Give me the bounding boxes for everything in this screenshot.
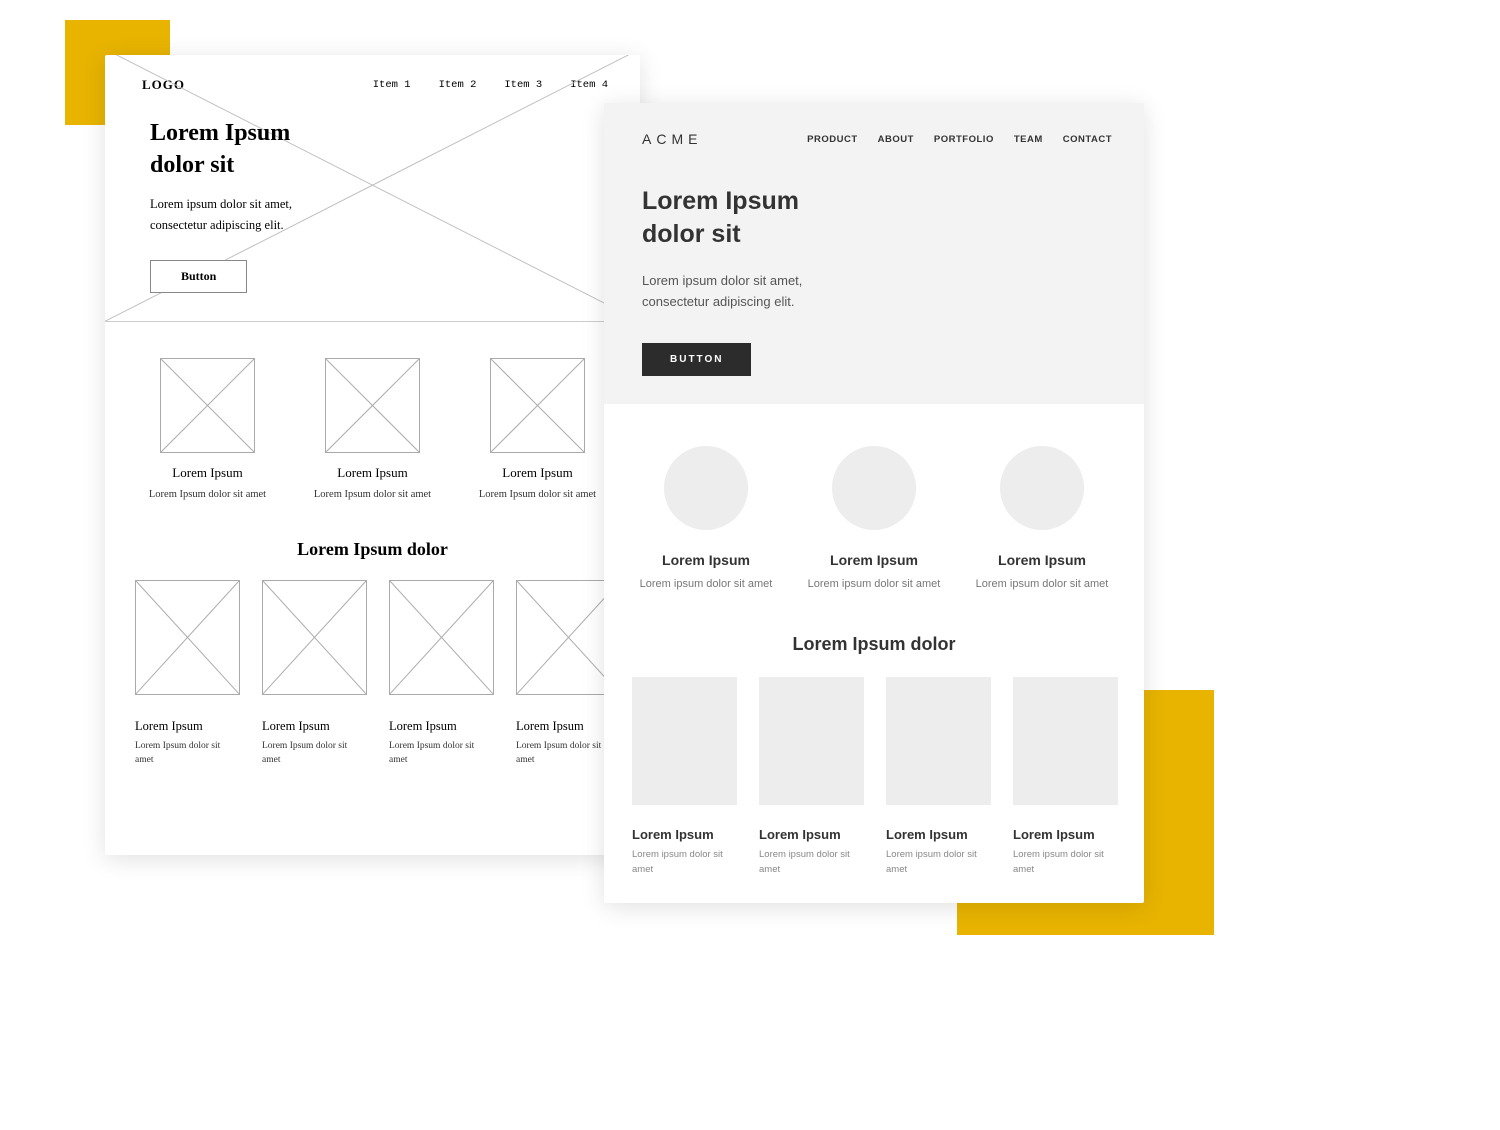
- image-placeholder-icon: [389, 580, 494, 695]
- hero-button[interactable]: Button: [150, 260, 247, 293]
- section-title: Lorem Ipsum dolor: [105, 539, 640, 560]
- portfolio-item: Lorem Ipsum Lorem Ipsum dolor sit amet: [135, 580, 240, 768]
- portfolio-item: Lorem Ipsum Lorem ipsum dolor sit amet: [886, 677, 991, 877]
- design-mockup-card: ACME PRODUCT ABOUT PORTFOLIO TEAM CONTAC…: [604, 103, 1144, 903]
- section-title: Lorem Ipsum dolor: [604, 634, 1144, 655]
- circle-placeholder-icon: [664, 446, 748, 530]
- image-placeholder-icon: [160, 358, 255, 453]
- design-nav: PRODUCT ABOUT PORTFOLIO TEAM CONTACT: [807, 134, 1112, 145]
- feature-item: Lorem Ipsum Lorem Ipsum dolor sit amet: [303, 358, 443, 503]
- feature-item: Lorem Ipsum Lorem ipsum dolor sit amet: [968, 446, 1116, 593]
- design-logo: ACME: [642, 131, 702, 147]
- feature-title: Lorem Ipsum: [468, 465, 608, 481]
- hero-title: Lorem Ipsum dolor sit: [150, 117, 595, 182]
- design-header: ACME PRODUCT ABOUT PORTFOLIO TEAM CONTAC…: [642, 131, 1112, 147]
- feature-title: Lorem Ipsum: [968, 552, 1116, 568]
- portfolio-sub: Lorem ipsum dolor sit amet: [1013, 848, 1118, 877]
- feature-item: Lorem Ipsum Lorem ipsum dolor sit amet: [800, 446, 948, 593]
- image-placeholder-icon: [886, 677, 991, 805]
- hero-title: Lorem Ipsum dolor sit: [642, 185, 1112, 250]
- feature-item: Lorem Ipsum Lorem ipsum dolor sit amet: [632, 446, 780, 593]
- portfolio-sub: Lorem Ipsum dolor sit amet: [135, 739, 240, 768]
- portfolio-item: Lorem Ipsum Lorem Ipsum dolor sit amet: [389, 580, 494, 768]
- nav-portfolio[interactable]: PORTFOLIO: [934, 134, 994, 145]
- nav-item-1[interactable]: Item 1: [373, 79, 411, 91]
- circle-placeholder-icon: [832, 446, 916, 530]
- nav-product[interactable]: PRODUCT: [807, 134, 857, 145]
- hero-button[interactable]: BUTTON: [642, 343, 751, 376]
- portfolio-item: Lorem Ipsum Lorem Ipsum dolor sit amet: [262, 580, 367, 768]
- feature-title: Lorem Ipsum: [303, 465, 443, 481]
- design-hero-area: ACME PRODUCT ABOUT PORTFOLIO TEAM CONTAC…: [604, 103, 1144, 404]
- portfolio-sub: Lorem ipsum dolor sit amet: [759, 848, 864, 877]
- portfolio-item: Lorem Ipsum Lorem ipsum dolor sit amet: [759, 677, 864, 877]
- portfolio-sub: Lorem ipsum dolor sit amet: [886, 848, 991, 877]
- feature-sub: Lorem Ipsum dolor sit amet: [303, 487, 443, 503]
- image-placeholder-icon: [135, 580, 240, 695]
- portfolio-title: Lorem Ipsum: [886, 827, 991, 842]
- nav-team[interactable]: TEAM: [1014, 134, 1043, 145]
- nav-item-2[interactable]: Item 2: [439, 79, 477, 91]
- portfolio-item: Lorem Ipsum Lorem ipsum dolor sit amet: [632, 677, 737, 877]
- feature-sub: Lorem ipsum dolor sit amet: [968, 576, 1116, 593]
- portfolio-title: Lorem Ipsum: [135, 719, 240, 734]
- feature-item: Lorem Ipsum Lorem Ipsum dolor sit amet: [468, 358, 608, 503]
- feature-sub: Lorem Ipsum dolor sit amet: [468, 487, 608, 503]
- feature-item: Lorem Ipsum Lorem Ipsum dolor sit amet: [138, 358, 278, 503]
- nav-item-4[interactable]: Item 4: [570, 79, 608, 91]
- portfolio-title: Lorem Ipsum: [759, 827, 864, 842]
- image-placeholder-icon: [490, 358, 585, 453]
- circle-placeholder-icon: [1000, 446, 1084, 530]
- feature-title: Lorem Ipsum: [800, 552, 948, 568]
- portfolio-title: Lorem Ipsum: [632, 827, 737, 842]
- wireframe-header: LOGO Item 1 Item 2 Item 3 Item 4: [105, 55, 640, 109]
- image-placeholder-icon: [262, 580, 367, 695]
- wireframe-hero: Lorem Ipsum dolor sit Lorem ipsum dolor …: [105, 109, 640, 322]
- design-features-row: Lorem Ipsum Lorem ipsum dolor sit amet L…: [604, 404, 1144, 623]
- wireframe-mockup-card: LOGO Item 1 Item 2 Item 3 Item 4 Lorem I…: [105, 55, 640, 855]
- wireframe-nav: Item 1 Item 2 Item 3 Item 4: [373, 79, 608, 91]
- portfolio-title: Lorem Ipsum: [1013, 827, 1118, 842]
- image-placeholder-icon: [325, 358, 420, 453]
- hero-subtitle: Lorem ipsum dolor sit amet, consectetur …: [642, 270, 1112, 313]
- nav-item-3[interactable]: Item 3: [504, 79, 542, 91]
- portfolio-title: Lorem Ipsum: [389, 719, 494, 734]
- nav-contact[interactable]: CONTACT: [1063, 134, 1112, 145]
- image-placeholder-icon: [1013, 677, 1118, 805]
- image-placeholder-icon: [759, 677, 864, 805]
- portfolio-item: Lorem Ipsum Lorem ipsum dolor sit amet: [1013, 677, 1118, 877]
- hero-subtitle: Lorem ipsum dolor sit amet, consectetur …: [150, 194, 595, 237]
- wireframe-features-row: Lorem Ipsum Lorem Ipsum dolor sit amet L…: [105, 322, 640, 529]
- feature-sub: Lorem ipsum dolor sit amet: [800, 576, 948, 593]
- wireframe-portfolio-row: Lorem Ipsum Lorem Ipsum dolor sit amet L…: [105, 580, 640, 798]
- portfolio-sub: Lorem Ipsum dolor sit amet: [389, 739, 494, 768]
- wireframe-logo: LOGO: [142, 77, 185, 93]
- image-placeholder-icon: [632, 677, 737, 805]
- feature-title: Lorem Ipsum: [138, 465, 278, 481]
- feature-sub: Lorem Ipsum dolor sit amet: [138, 487, 278, 503]
- design-portfolio-row: Lorem Ipsum Lorem ipsum dolor sit amet L…: [604, 677, 1144, 903]
- portfolio-sub: Lorem ipsum dolor sit amet: [632, 848, 737, 877]
- feature-title: Lorem Ipsum: [632, 552, 780, 568]
- portfolio-title: Lorem Ipsum: [262, 719, 367, 734]
- nav-about[interactable]: ABOUT: [878, 134, 914, 145]
- feature-sub: Lorem ipsum dolor sit amet: [632, 576, 780, 593]
- portfolio-sub: Lorem Ipsum dolor sit amet: [262, 739, 367, 768]
